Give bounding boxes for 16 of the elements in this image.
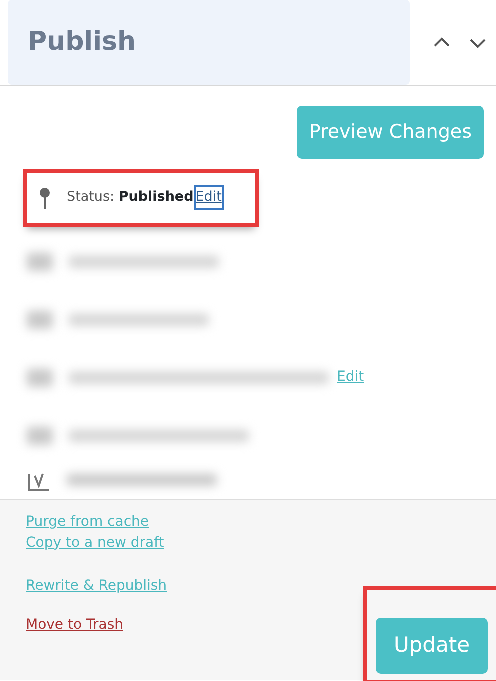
redacted-icon [27,426,53,444]
redacted-icon [27,368,53,386]
redacted-icon [27,310,53,328]
action-link[interactable]: Copy to a new draft [26,532,164,554]
trash-link[interactable]: Move to Trash [26,614,124,636]
redacted-icon [27,252,53,270]
action-link[interactable]: Rewrite & Republish [26,576,168,596]
preview-changes-button[interactable]: Preview Changes [297,106,484,158]
update-button[interactable]: Update [376,618,488,674]
action-link[interactable]: Purge from cache [26,512,150,532]
edit-link[interactable]: Edit [196,187,222,208]
edit-link[interactable]: Edit [337,367,364,388]
panel-title: Publish [28,26,136,59]
status-label: Status: Published [67,188,194,208]
logo-icon [27,472,51,492]
pin-icon [39,186,51,208]
